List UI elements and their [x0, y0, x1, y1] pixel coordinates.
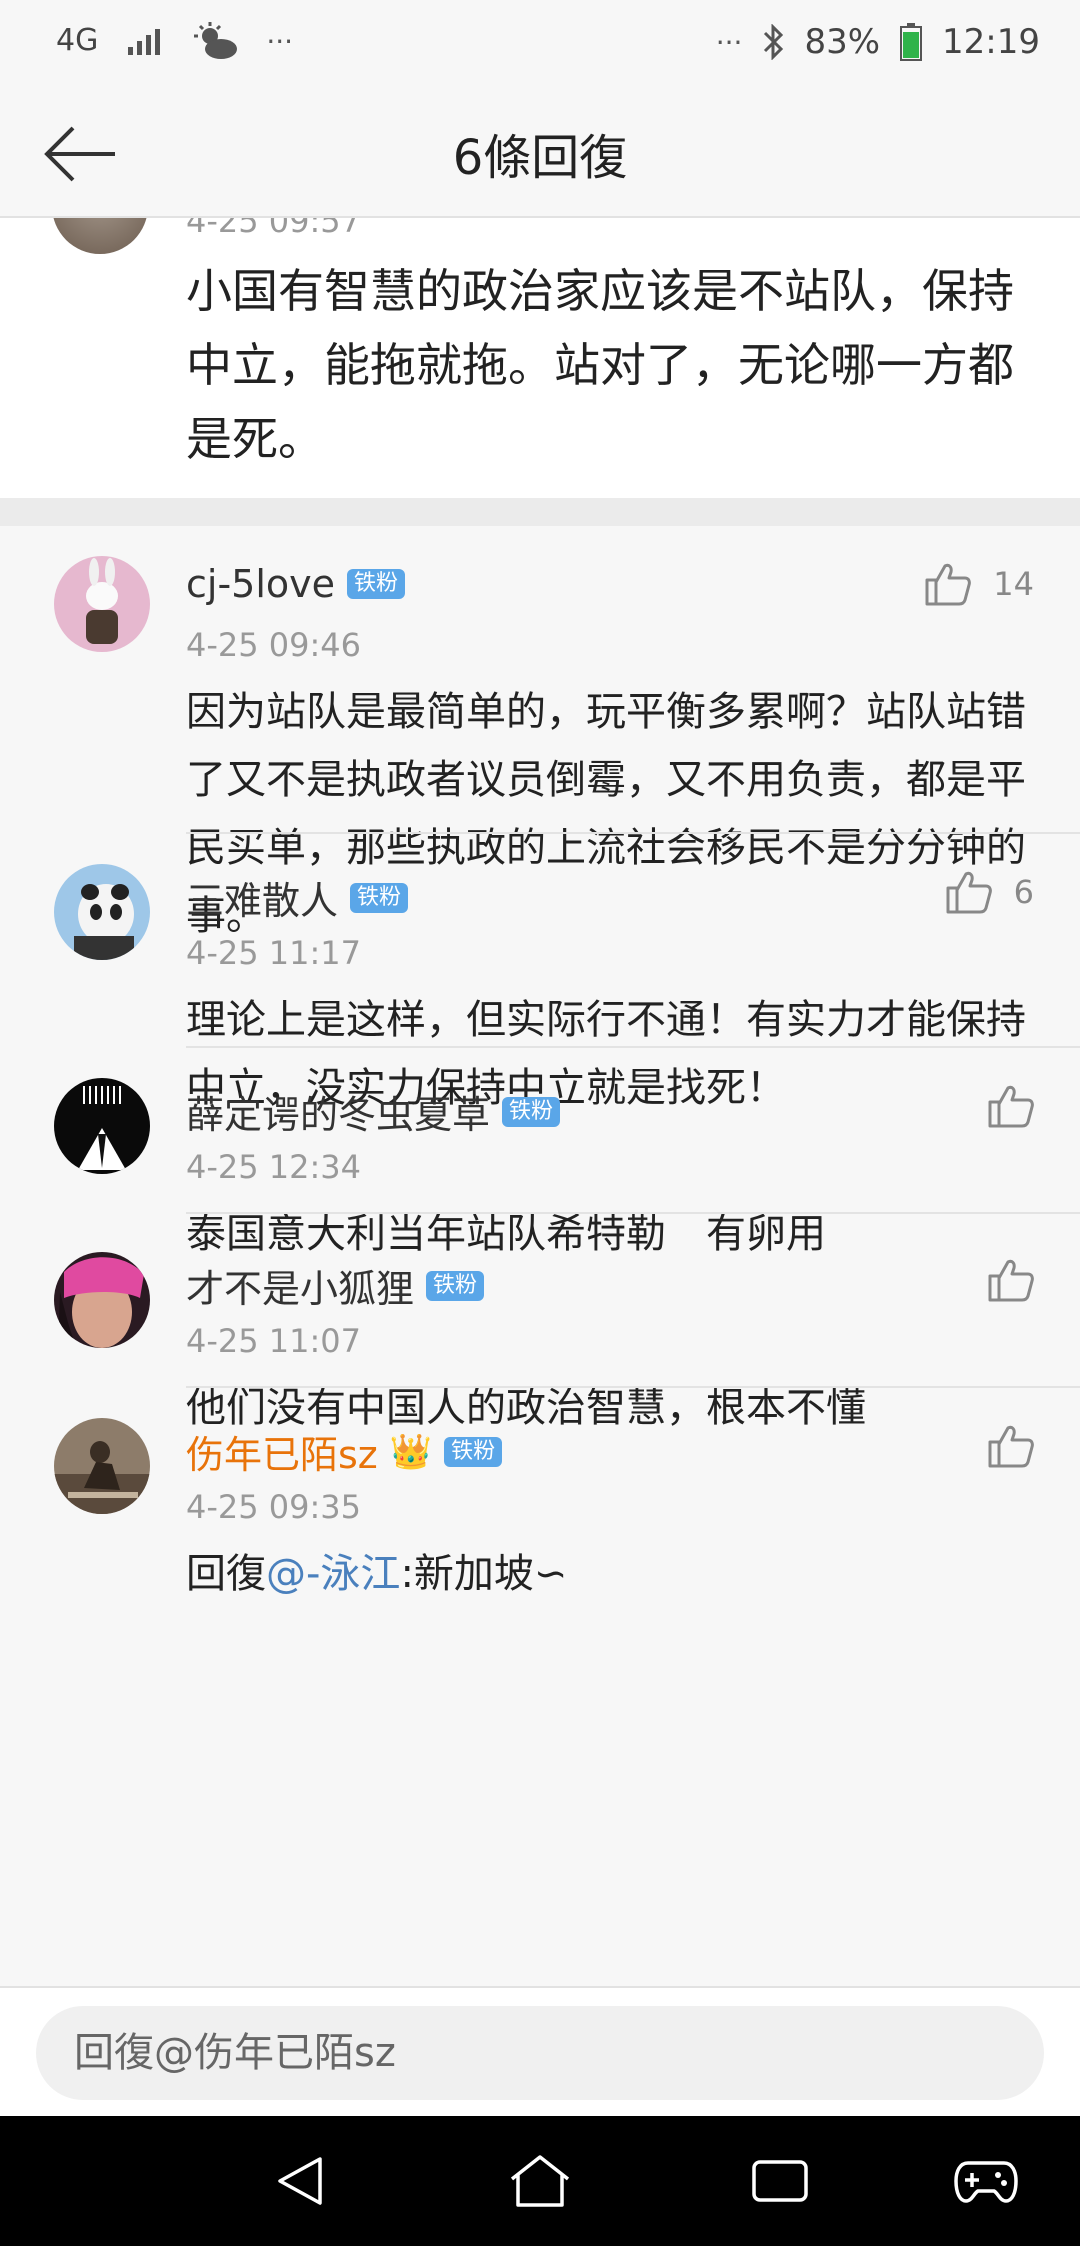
page-title: 6條回復 [452, 130, 628, 186]
like-button[interactable] [988, 1258, 1034, 1302]
thumbs-up-icon [988, 1259, 1034, 1302]
fan-badge: 铁粉 [444, 1436, 503, 1467]
reply-prefix: 回復 [186, 1551, 266, 1597]
battery-percent: 83% [804, 22, 881, 62]
username[interactable]: 三难散人 [186, 870, 338, 925]
parent-comment: 4-25 09:57 小国有智慧的政治家应该是不站队，保持中立，能拖就拖。站对了… [0, 218, 1080, 498]
username[interactable]: 伤年已陌sz [186, 1424, 378, 1479]
avatar[interactable] [54, 1078, 150, 1174]
like-button[interactable]: 14 [925, 562, 1034, 606]
battery-icon [900, 23, 923, 61]
reply-item[interactable]: 才不是小狐狸 铁粉 4-25 11:07 他们没有中国人的政治智慧，根本不懂 [0, 1222, 1080, 1431]
navigation-bar [0, 2116, 1080, 2246]
username[interactable]: 才不是小狐狸 [186, 1258, 414, 1313]
timestamp: 4-25 09:35 [186, 1488, 362, 1526]
reply-bar [0, 1986, 1080, 2116]
more-notifications-icon: ··· [266, 24, 294, 58]
like-button[interactable] [988, 1424, 1034, 1468]
reply-item[interactable]: 三难散人 铁粉 4-25 11:17 理论上是这样，但实际行不通！有实力才能保持… [0, 834, 1080, 1111]
nav-home-icon [510, 2155, 570, 2207]
fan-badge: 铁粉 [426, 1270, 485, 1301]
signal-icon [128, 29, 161, 55]
status-bar: 4G ··· ··· 83% 12:19 [0, 0, 1080, 90]
avatar[interactable] [54, 556, 150, 652]
thumbs-up-icon [946, 871, 992, 914]
bluetooth-icon [764, 24, 784, 60]
timestamp: 4-25 12:34 [186, 1148, 362, 1186]
fan-badge: 铁粉 [347, 569, 406, 599]
more-status-icon: ··· [715, 25, 743, 59]
username[interactable]: cj-5love [186, 562, 335, 606]
network-type: 4G [56, 23, 99, 58]
avatar[interactable] [54, 1418, 150, 1514]
reply-body: :新加坡∽ [400, 1551, 568, 1597]
comment-list[interactable]: 4-25 09:57 小国有智慧的政治家应该是不站队，保持中立，能拖就拖。站对了… [0, 218, 1080, 1986]
reply-item[interactable]: cj-5love 铁粉 4-25 09:46 因为站队是最简单的，玩平衡多累啊？… [0, 526, 1080, 939]
timestamp: 4-25 09:57 [186, 218, 362, 240]
fan-badge: 铁粉 [350, 882, 409, 913]
thumbs-up-icon [925, 563, 972, 606]
thumbs-up-icon [988, 1085, 1034, 1128]
timestamp: 4-25 09:46 [186, 626, 362, 664]
nav-back-icon [278, 2157, 322, 2205]
title-bar: 6條回復 [0, 90, 1080, 218]
comment-text: 小国有智慧的政治家应该是不站队，保持中立，能拖就拖。站对了，无论哪一方都是死。 [186, 264, 1014, 466]
nav-recents-icon [752, 2160, 808, 2202]
username[interactable]: 薛定谔的冬虫夏草 [186, 1084, 490, 1139]
timestamp: 4-25 11:17 [186, 934, 362, 972]
divider [186, 1212, 1080, 1214]
avatar[interactable] [54, 864, 150, 960]
reply-item[interactable]: 薛定谔的冬虫夏草 铁粉 4-25 12:34 泰国意大利当年站队希特勒 有卵用 [0, 1048, 1080, 1257]
thumbs-up-icon [988, 1425, 1034, 1468]
crown-icon: 👑 [389, 1431, 433, 1472]
reply-item[interactable]: 伤年已陌sz 👑 铁粉 4-25 09:35 回復@-泳江:新加坡∽ [0, 1388, 1080, 1597]
timestamp: 4-25 11:07 [186, 1322, 362, 1360]
section-divider [0, 498, 1080, 526]
like-count: 14 [993, 565, 1034, 603]
nav-back-button[interactable] [262, 2146, 342, 2216]
fan-badge: 铁粉 [502, 1096, 561, 1127]
nav-recents-button[interactable] [740, 2146, 820, 2216]
comment-text: 回復@-泳江:新加坡∽ [186, 1540, 1036, 1608]
nav-home-button[interactable] [500, 2146, 580, 2216]
mention-link[interactable]: @-泳江 [266, 1551, 400, 1597]
like-button[interactable]: 6 [946, 870, 1034, 914]
avatar[interactable] [52, 218, 148, 254]
game-mode-button[interactable] [946, 2146, 1026, 2216]
weather-icon [194, 22, 238, 59]
gamepad-icon [954, 2161, 1018, 2203]
clock: 12:19 [942, 22, 1040, 62]
avatar[interactable] [54, 1252, 150, 1348]
like-button[interactable] [988, 1084, 1034, 1128]
reply-input[interactable] [36, 2006, 1044, 2100]
like-count: 6 [1013, 873, 1034, 911]
